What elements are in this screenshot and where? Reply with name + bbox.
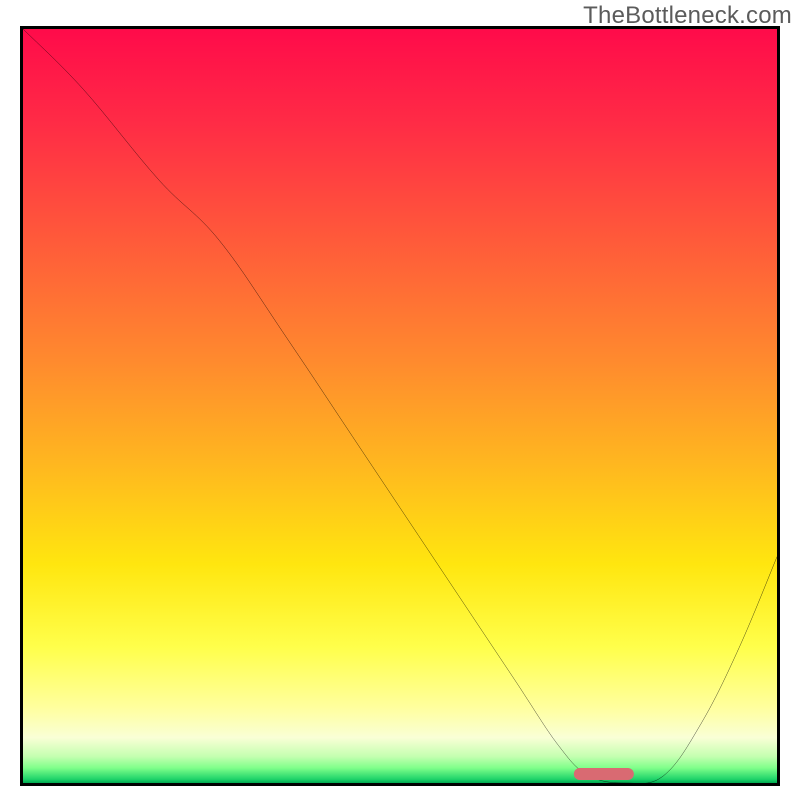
bottleneck-curve: [23, 29, 777, 783]
watermark-text: TheBottleneck.com: [583, 2, 792, 30]
plot-area: [20, 26, 780, 786]
chart-container: TheBottleneck.com: [0, 0, 800, 800]
optimal-marker: [573, 768, 633, 780]
